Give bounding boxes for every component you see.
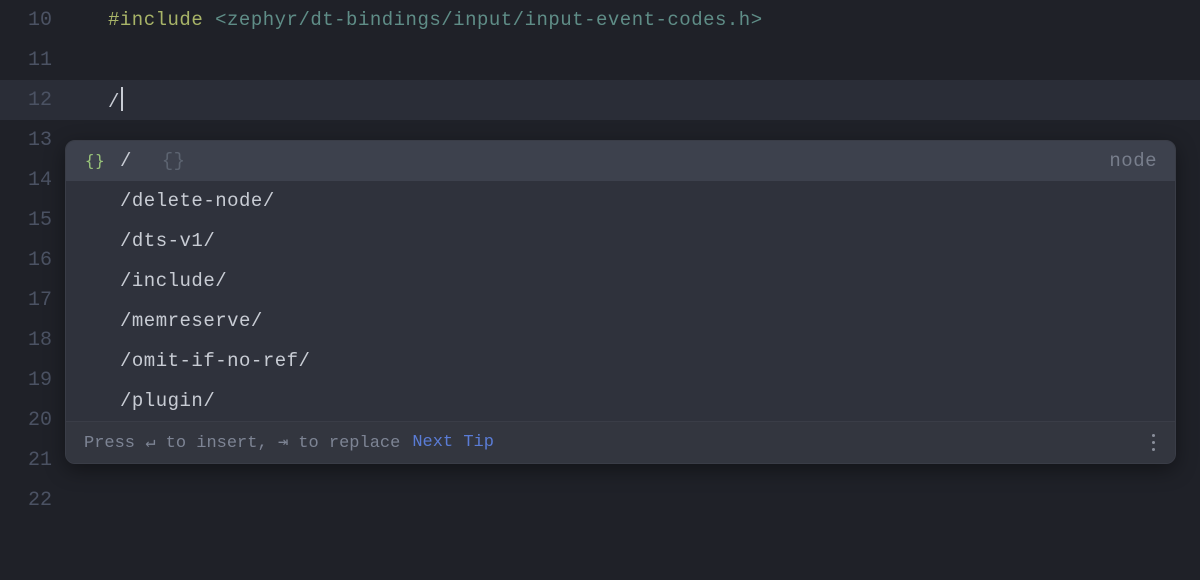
- autocomplete-item-label: /plugin/: [120, 390, 215, 412]
- autocomplete-hint: Press ↵ to insert, ⇥ to replace: [84, 432, 400, 453]
- code-content[interactable]: [80, 49, 1200, 71]
- autocomplete-item[interactable]: {} / {} node: [66, 141, 1175, 181]
- autocomplete-item-label: /delete-node/: [120, 190, 275, 212]
- autocomplete-item-label: /: [120, 150, 132, 172]
- code-line[interactable]: 10#include <zephyr/dt-bindings/input/inp…: [0, 0, 1200, 40]
- autocomplete-popup: {} / {} node/delete-node/ /dts-v1/ /include/…: [65, 140, 1176, 464]
- line-number: 10: [0, 9, 80, 32]
- next-tip-link[interactable]: Next Tip: [412, 433, 494, 452]
- code-line[interactable]: 11: [0, 40, 1200, 80]
- code-line[interactable]: 22: [0, 480, 1200, 520]
- autocomplete-item[interactable]: /memreserve/: [66, 301, 1175, 341]
- braces-icon: {}: [84, 150, 106, 172]
- line-number: 11: [0, 49, 80, 72]
- autocomplete-item-label: /omit-if-no-ref/: [120, 350, 310, 372]
- autocomplete-item-label: /dts-v1/: [120, 230, 215, 252]
- autocomplete-item-label: /include/: [120, 270, 227, 292]
- autocomplete-item-hint: {}: [138, 150, 186, 172]
- more-options-icon[interactable]: [1146, 430, 1161, 455]
- autocomplete-item-kind: node: [1109, 150, 1157, 172]
- code-content[interactable]: /: [80, 87, 1200, 113]
- autocomplete-item-label: /memreserve/: [120, 310, 263, 332]
- autocomplete-item[interactable]: /omit-if-no-ref/: [66, 341, 1175, 381]
- autocomplete-item[interactable]: /dts-v1/: [66, 221, 1175, 261]
- autocomplete-footer: Press ↵ to insert, ⇥ to replace Next Tip: [66, 421, 1175, 463]
- autocomplete-item[interactable]: /delete-node/: [66, 181, 1175, 221]
- line-number: 22: [0, 489, 80, 512]
- svg-text:{}: {}: [85, 151, 105, 170]
- line-number: 12: [0, 89, 80, 112]
- autocomplete-item[interactable]: /plugin/: [66, 381, 1175, 421]
- code-content[interactable]: #include <zephyr/dt-bindings/input/input…: [80, 9, 1200, 31]
- text-cursor: [121, 87, 123, 111]
- code-content[interactable]: [80, 489, 1200, 511]
- autocomplete-item[interactable]: /include/: [66, 261, 1175, 301]
- code-line[interactable]: 12/: [0, 80, 1200, 120]
